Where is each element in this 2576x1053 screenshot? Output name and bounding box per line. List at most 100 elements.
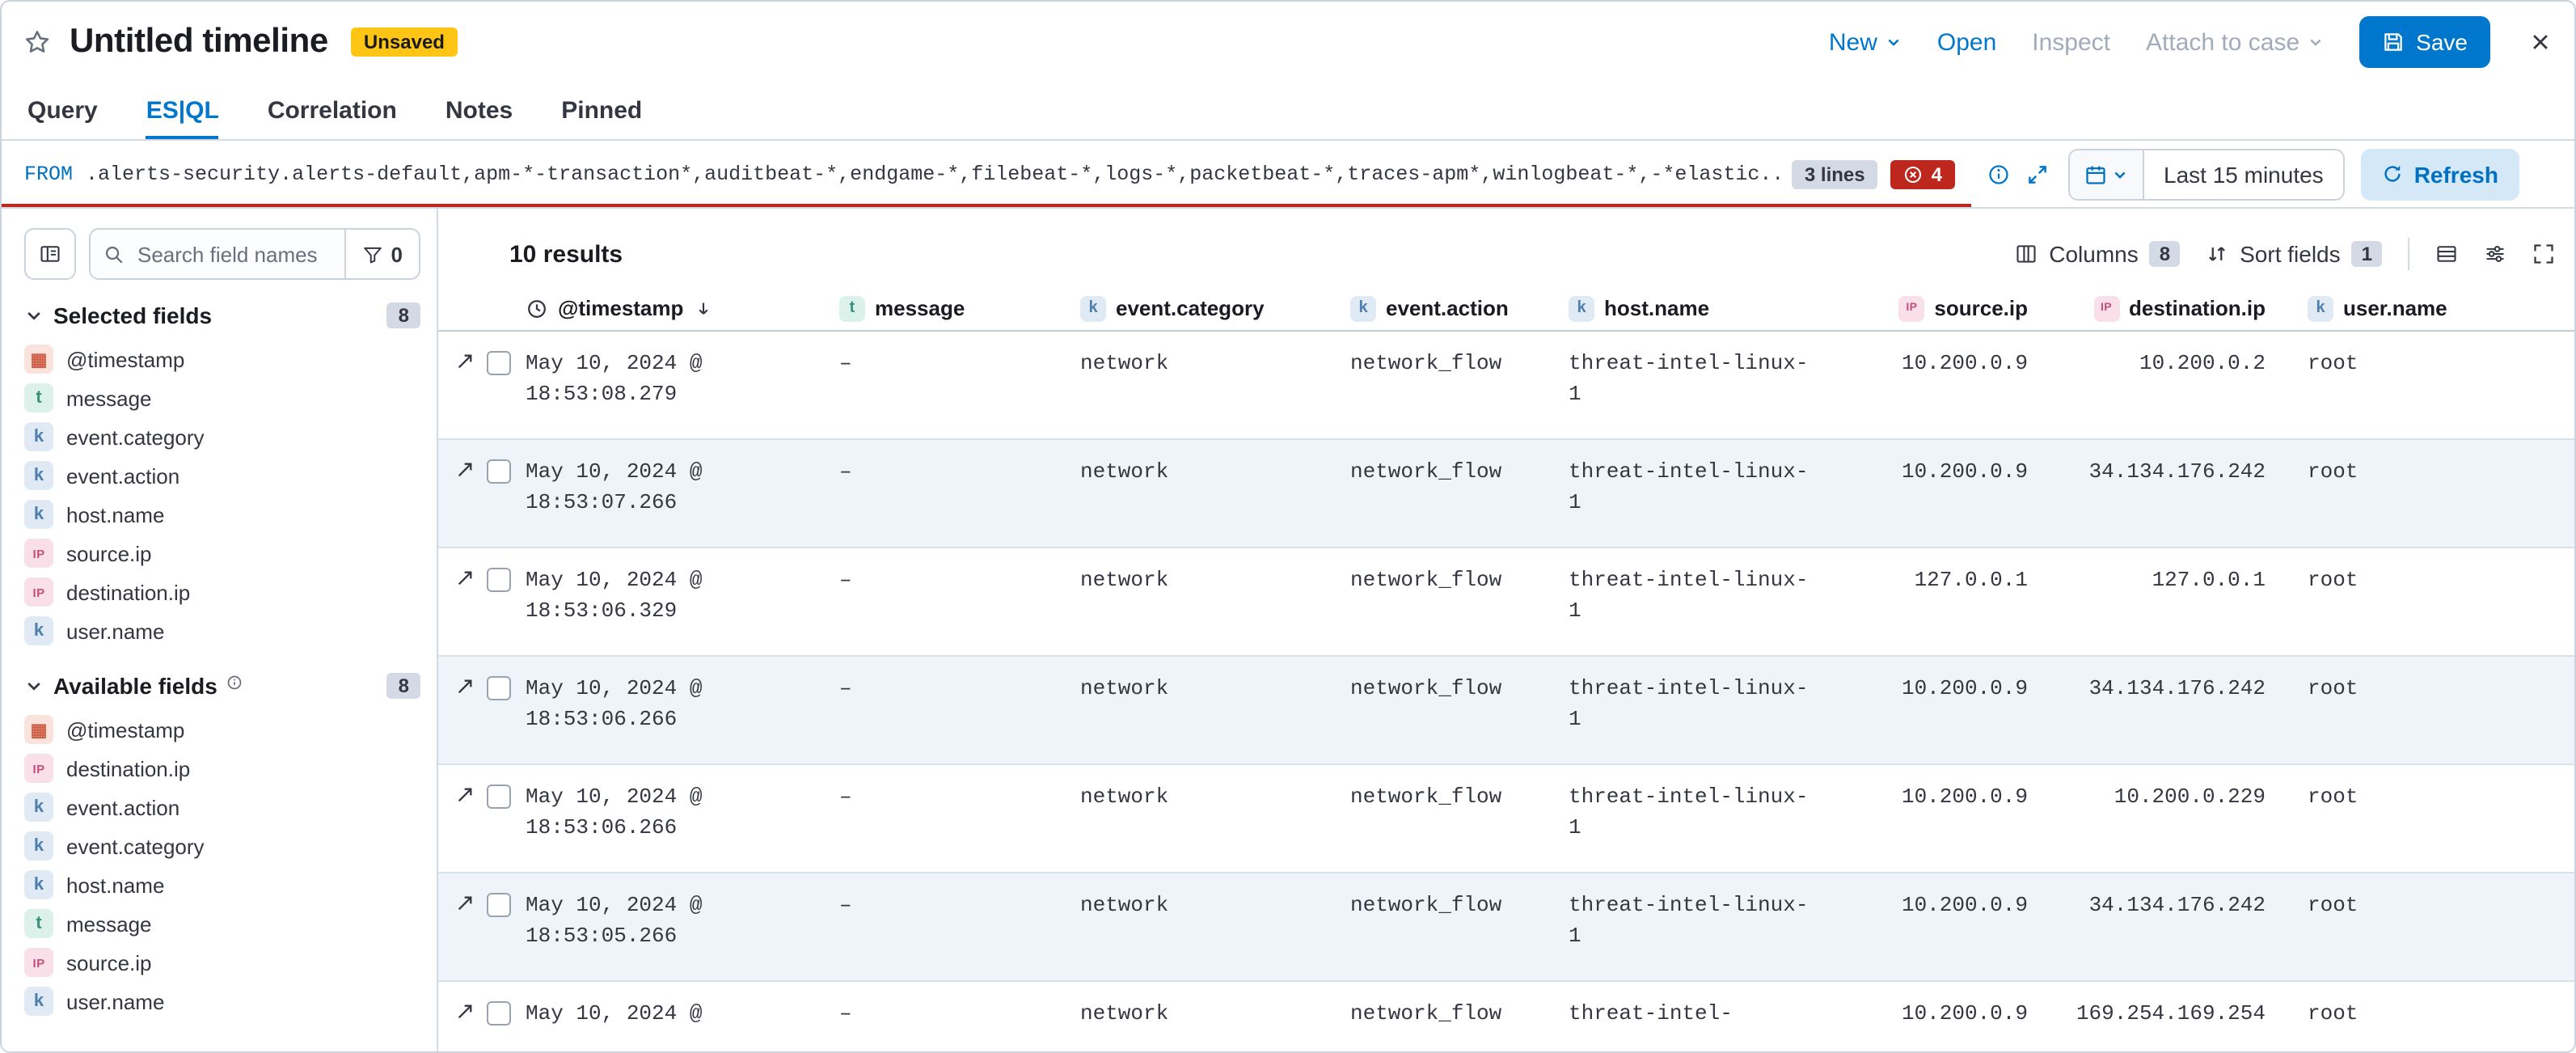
field-name: host.name (66, 873, 164, 897)
timeline-tabs: Query ES|QL Correlation Notes Pinned (2, 82, 2574, 141)
row-checkbox[interactable] (487, 784, 511, 809)
tab-esql[interactable]: ES|QL (146, 82, 219, 139)
cell-event_action: network_flow (1350, 765, 1569, 872)
save-button-label: Save (2416, 29, 2468, 55)
selected-fields-title: Selected fields (53, 302, 212, 328)
field-type-keyword-icon: k (24, 500, 53, 529)
field-item-@timestamp[interactable]: ▦@timestamp (24, 710, 420, 749)
field-type-keyword-icon: k (24, 870, 53, 899)
time-range-label[interactable]: Last 15 minutes (2144, 161, 2343, 187)
column-header-source.ip[interactable]: IPsource.ip (1811, 295, 2028, 321)
event-row: May 10, 2024 @ 18:53:06.266–networknetwo… (438, 765, 2574, 873)
cell-user_name: root (2266, 873, 2557, 980)
new-button[interactable]: New (1829, 28, 1902, 56)
row-checkbox[interactable] (487, 1001, 511, 1026)
selected-fields-list: ▦@timestamptmessagekevent.categorykevent… (24, 340, 420, 650)
field-item-event.category[interactable]: kevent.category (24, 827, 420, 865)
field-search-input[interactable] (134, 240, 332, 268)
tab-pinned[interactable]: Pinned (561, 82, 642, 139)
field-filters-button[interactable]: 0 (346, 228, 420, 280)
expand-event-button[interactable] (454, 784, 475, 806)
expand-event-icon (454, 893, 475, 914)
field-type-keyword-icon: k (1350, 295, 1376, 321)
cell-event_category: network (1080, 982, 1350, 1051)
cell-event_category: network (1080, 873, 1350, 980)
expand-event-button[interactable] (454, 676, 475, 697)
available-fields-title: Available fields (53, 673, 217, 699)
expand-event-button[interactable] (454, 568, 475, 589)
field-type-keyword-icon: k (2308, 295, 2333, 321)
expand-event-button[interactable] (454, 893, 475, 914)
column-header-host.name[interactable]: khost.name (1569, 295, 1811, 321)
tab-correlation[interactable]: Correlation (268, 82, 397, 139)
column-header-event.action[interactable]: kevent.action (1350, 295, 1569, 321)
fullscreen-icon[interactable] (2532, 243, 2555, 265)
column-header-event.category[interactable]: kevent.category (1080, 295, 1350, 321)
field-item-user.name[interactable]: kuser.name (24, 982, 420, 1021)
fields-panel-toggle-button[interactable] (24, 228, 76, 280)
error-count-badge[interactable]: 4 (1891, 159, 1955, 188)
cell-event_category: network (1080, 657, 1350, 763)
favorite-star-icon[interactable] (24, 29, 50, 55)
row-checkbox[interactable] (487, 676, 511, 700)
expand-event-button[interactable] (454, 351, 475, 372)
field-item-user.name[interactable]: kuser.name (24, 611, 420, 650)
close-icon[interactable] (2529, 31, 2552, 53)
column-header-destination.ip[interactable]: IPdestination.ip (2028, 295, 2266, 321)
cell-source_ip: 10.200.0.9 (1811, 765, 2028, 872)
cell-event_category: network (1080, 548, 1350, 655)
tab-query[interactable]: Query (27, 82, 98, 139)
field-item-destination.ip[interactable]: IPdestination.ip (24, 749, 420, 788)
sort-fields-button[interactable]: Sort fields 1 (2206, 241, 2382, 267)
field-item-event.action[interactable]: k event.action (24, 788, 420, 827)
refresh-button[interactable]: Refresh (2361, 148, 2519, 200)
expand-event-button[interactable] (454, 459, 475, 480)
field-item-message[interactable]: tmessage (24, 378, 420, 417)
field-type-keyword-icon: k (24, 793, 53, 822)
field-item-message[interactable]: tmessage (24, 904, 420, 943)
field-type-keyword-icon: k (24, 831, 53, 861)
inspect-button[interactable]: Inspect (2032, 28, 2110, 56)
column-header-label: message (875, 296, 965, 320)
field-name: event.action (66, 795, 179, 819)
field-item-host.name[interactable]: k host.name (24, 495, 420, 534)
esql-query-input[interactable]: FROM .alerts-security.alerts-default,apm… (2, 141, 1971, 207)
column-header-@timestamp[interactable]: @timestamp (526, 296, 839, 320)
row-checkbox[interactable] (487, 459, 511, 484)
field-item-source.ip[interactable]: IPsource.ip (24, 943, 420, 982)
field-item-host.name[interactable]: k host.name (24, 865, 420, 904)
field-item-destination.ip[interactable]: IPdestination.ip (24, 573, 420, 611)
info-icon[interactable] (1987, 163, 2010, 185)
field-item-source.ip[interactable]: IPsource.ip (24, 534, 420, 573)
unsaved-badge: Unsaved (351, 27, 458, 57)
row-checkbox[interactable] (487, 893, 511, 917)
grid-options-icon[interactable] (2484, 243, 2506, 265)
row-checkbox[interactable] (487, 351, 511, 375)
field-type-keyword-icon: k (24, 461, 53, 490)
expand-query-icon[interactable] (2026, 163, 2049, 185)
field-name: host.name (66, 502, 164, 526)
expand-event-icon (454, 1001, 475, 1022)
row-checkbox[interactable] (487, 568, 511, 592)
chevron-down-icon (24, 676, 44, 696)
date-quick-select-button[interactable] (2070, 150, 2144, 198)
column-header-message[interactable]: tmessage (839, 295, 1080, 321)
available-fields-section-toggle[interactable]: Available fields 8 (24, 673, 420, 699)
density-icon[interactable] (2435, 243, 2458, 265)
selected-fields-section-toggle[interactable]: Selected fields 8 (24, 302, 420, 328)
expand-event-button[interactable] (454, 1001, 475, 1022)
column-header-user.name[interactable]: kuser.name (2266, 295, 2557, 321)
field-type-date-icon: ▦ (24, 715, 53, 744)
open-button[interactable]: Open (1937, 28, 1996, 56)
field-item-event.action[interactable]: kevent.action (24, 456, 420, 495)
field-item-@timestamp[interactable]: ▦@timestamp (24, 340, 420, 378)
timeline-body: 0 Selected fields 8 ▦@timestamptmessagek… (2, 209, 2574, 1051)
tab-notes[interactable]: Notes (446, 82, 513, 139)
save-button[interactable]: Save (2359, 16, 2490, 68)
columns-button[interactable]: Columns 8 (2015, 241, 2180, 267)
field-item-event.category[interactable]: kevent.category (24, 417, 420, 456)
attach-to-case-button[interactable]: Attach to case (2146, 28, 2324, 56)
cell-source_ip: 10.200.0.9 (1811, 873, 2028, 980)
cell-timestamp: May 10, 2024 @ 18:53:07.266 (526, 440, 839, 547)
cell-host_name: threat-intel-linux-1 (1569, 657, 1811, 763)
